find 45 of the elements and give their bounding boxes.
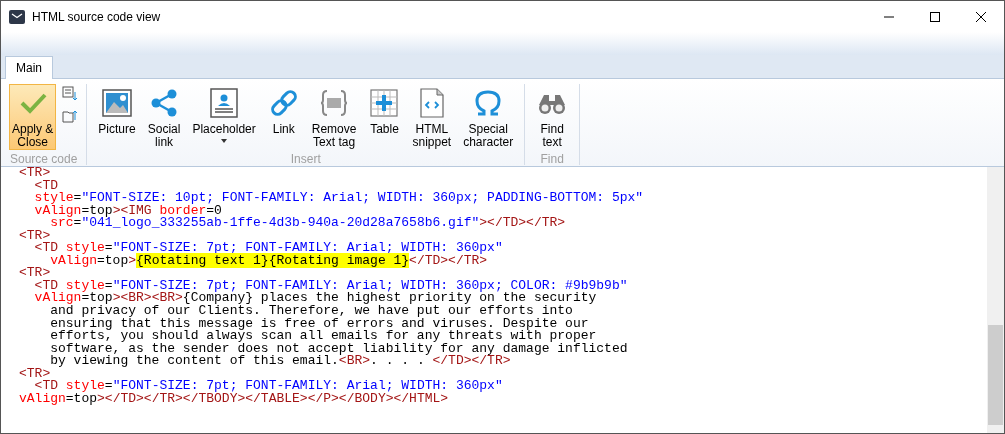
ribbon-tab[interactable]: Main bbox=[5, 56, 53, 79]
ribbon-button[interactable]: HTML snippet bbox=[409, 84, 455, 150]
picture-icon bbox=[101, 87, 134, 119]
table-icon bbox=[368, 87, 401, 119]
code-line: <TD style="FONT-SIZE: 7pt; FONT-FAMILY: Arial; WIDTH: 360px; COLOR: #9b9b9b" bbox=[33, 279, 628, 293]
ribbon-button[interactable]: Find text bbox=[533, 84, 572, 150]
ribbon-button[interactable]: Social link bbox=[144, 84, 184, 150]
code-line: by viewing the content of this email.<BR>. . . . </TD></TR> bbox=[50, 355, 511, 368]
code-line: vAlign=top></TD></TR></TBODY></TABLE></P></BODY></HTML> bbox=[19, 392, 449, 406]
ribbon-button[interactable]: Table bbox=[365, 84, 404, 150]
code-line: src="041_logo_333255ab-1ffe-4d3b-940a-20d28a7658b6.gif"></TD></TR> bbox=[50, 217, 566, 230]
code-line: ensuring that this message is free of errors and viruses. Despite our bbox=[49, 317, 589, 331]
code-line: efforts, you should always scan all emails for any threats with proper bbox=[49, 330, 597, 343]
ribbon-button[interactable]: Remove Text tag bbox=[308, 84, 360, 150]
ribbon-button[interactable]: Link bbox=[264, 84, 303, 150]
code-line: <TR> bbox=[19, 167, 51, 180]
scrollbar[interactable] bbox=[987, 167, 1004, 433]
code-line: <TD style="FONT-SIZE: 7pt; FONT-FAMILY: Arial; WIDTH: 360px" bbox=[33, 242, 503, 255]
ribbon-button[interactable]: Special character bbox=[460, 84, 517, 150]
code-line: vAlign=top><BR><BR>{Company} places the highest priority on the security bbox=[33, 292, 597, 305]
window-title: HTML source code view bbox=[32, 8, 161, 26]
group-label: Source code bbox=[9, 151, 79, 166]
caret-icon bbox=[221, 139, 228, 143]
close-icon bbox=[976, 11, 986, 22]
code-line: software, as the sender does not accept liability for any damage inflicted bbox=[49, 342, 628, 356]
maximize-icon bbox=[930, 11, 940, 22]
ribbon-button[interactable]: Placeholder bbox=[189, 84, 259, 150]
app-icon bbox=[9, 8, 25, 25]
code-line: <TR> bbox=[19, 229, 51, 243]
group-label: Find bbox=[539, 151, 565, 166]
code-line: vAlign=top><IMG border=0 bbox=[33, 204, 222, 218]
code-line: vAlign=top>{Rotating text 1}{Rotating image 1}</TD></TR> bbox=[50, 254, 488, 268]
person-card-icon bbox=[208, 87, 241, 119]
code-line: and privacy of our Clients. Therefore, we have put our efforts into bbox=[50, 305, 573, 318]
code-line: style="FONT-SIZE: 10pt; FONT-FAMILY: Arial; WIDTH: 360px; PADDING-BOTTOM: 5px" bbox=[33, 192, 644, 205]
code-line: <TD bbox=[33, 179, 58, 193]
group-label: Insert bbox=[289, 151, 322, 166]
code-line: <TD style="FONT-SIZE: 7pt; FONT-FAMILY: Arial; WIDTH: 360px" bbox=[34, 380, 503, 393]
folder-up-icon[interactable] bbox=[62, 108, 79, 124]
save-down-icon[interactable] bbox=[62, 86, 79, 102]
code-line: <TR> bbox=[19, 367, 51, 381]
code-line: <TR> bbox=[19, 267, 51, 280]
scrollbar-thumb[interactable] bbox=[988, 325, 1003, 425]
ribbon-button[interactable]: Picture bbox=[95, 84, 139, 150]
ribbon-button[interactable]: Apply & Close bbox=[9, 84, 57, 150]
